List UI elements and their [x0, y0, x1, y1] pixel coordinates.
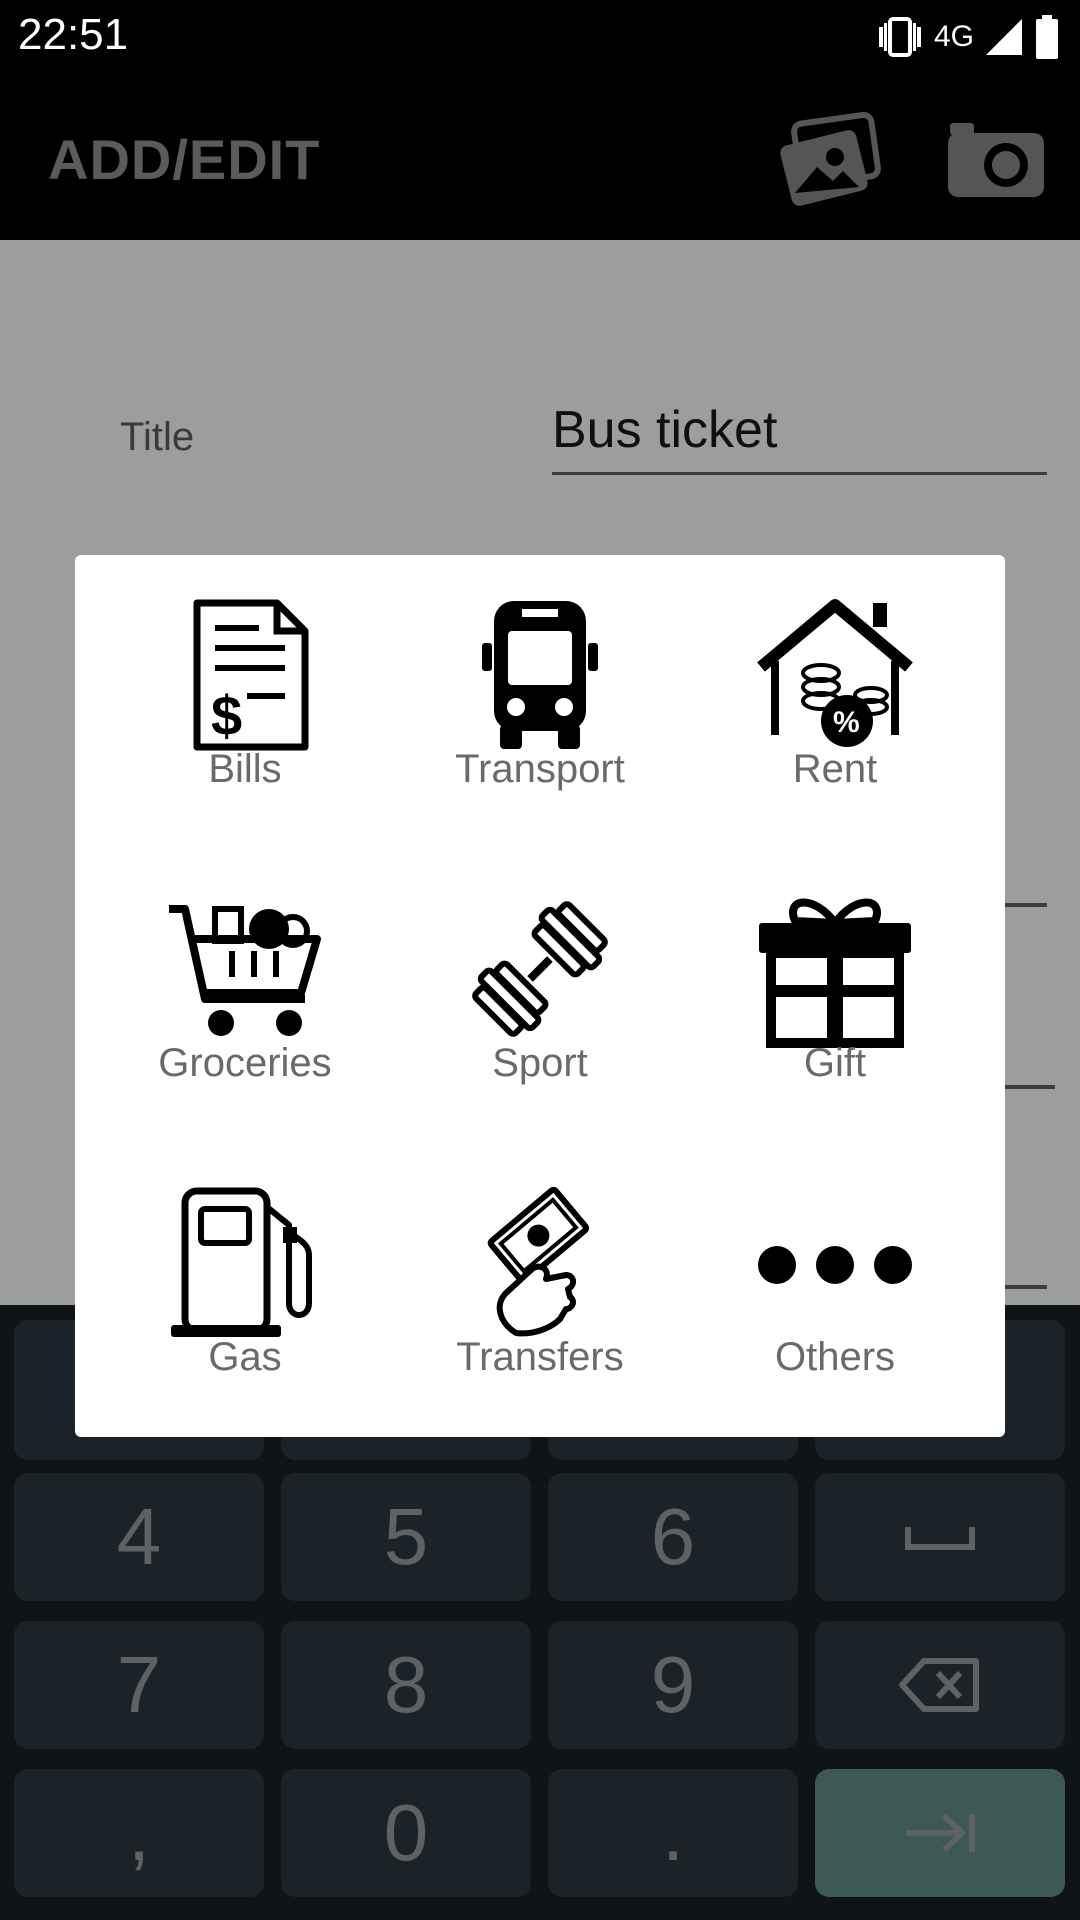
- enter-key[interactable]: [815, 1769, 1065, 1897]
- category-label: Groceries: [158, 1041, 332, 1085]
- category-others[interactable]: Others: [690, 1143, 980, 1383]
- field-underline: [1000, 903, 1047, 907]
- key-6[interactable]: 6: [548, 1473, 798, 1601]
- category-gift[interactable]: Gift: [690, 849, 980, 1089]
- key-9[interactable]: 9: [548, 1621, 798, 1749]
- dumbbell-icon: [472, 901, 608, 1037]
- page-title: ADD/EDIT: [48, 128, 321, 191]
- camera-button[interactable]: [940, 115, 1050, 205]
- title-input[interactable]: Bus ticket: [552, 400, 777, 460]
- category-gas[interactable]: Gas: [100, 1143, 390, 1383]
- bus-icon: [482, 601, 598, 749]
- category-transport[interactable]: Transport: [395, 555, 685, 795]
- key-comma[interactable]: ,: [14, 1769, 264, 1897]
- field-underline: [1000, 1085, 1055, 1089]
- title-underline: [552, 472, 1047, 475]
- category-transfers[interactable]: Transfers: [395, 1143, 685, 1383]
- category-label: Others: [774, 1335, 896, 1379]
- category-label: Transport: [455, 747, 625, 791]
- backspace-icon: [899, 1658, 979, 1712]
- status-time: 22:51: [18, 10, 129, 59]
- category-label: Transfers: [456, 1335, 624, 1379]
- space-key[interactable]: [815, 1473, 1065, 1601]
- key-5[interactable]: 5: [281, 1473, 531, 1601]
- svg-text:%: %: [833, 706, 860, 739]
- network-type: 4G: [933, 20, 974, 53]
- more-dots-icon: [758, 1246, 912, 1284]
- camera-icon: [948, 123, 1044, 197]
- status-icons: 4G: [876, 12, 1060, 62]
- signal-icon: [986, 19, 1022, 55]
- key-4[interactable]: 4: [14, 1473, 264, 1601]
- bill-icon: $: [193, 599, 309, 751]
- category-label: Sport: [492, 1041, 588, 1085]
- hand-money-icon: [487, 1186, 590, 1337]
- gallery-icon: [780, 111, 881, 206]
- shopping-cart-icon: [169, 905, 321, 1036]
- category-rent[interactable]: % Rent: [690, 555, 980, 795]
- enter-icon: [906, 1813, 975, 1853]
- title-label: Title: [120, 415, 195, 459]
- field-underline: [1000, 1285, 1047, 1289]
- svg-text:$: $: [211, 684, 242, 747]
- category-label: Bills: [208, 747, 282, 791]
- category-label: Gift: [803, 1041, 867, 1085]
- battery-icon: [1036, 15, 1058, 59]
- category-bills[interactable]: $ Bills: [100, 555, 390, 795]
- vibrate-icon: [878, 17, 921, 57]
- key-8[interactable]: 8: [281, 1621, 531, 1749]
- category-label: Gas: [208, 1335, 282, 1379]
- gift-icon: [759, 898, 911, 1048]
- status-bar: 22:51 4G: [0, 0, 1080, 75]
- key-0[interactable]: 0: [281, 1769, 531, 1897]
- house-coins-icon: %: [757, 599, 913, 747]
- category-dialog: $ Bills Transport % Rent Groceries Sport…: [75, 555, 1005, 1437]
- space-icon: [905, 1527, 975, 1550]
- category-groceries[interactable]: Groceries: [100, 849, 390, 1089]
- gas-pump-icon: [171, 1187, 312, 1337]
- app-bar: ADD/EDIT: [0, 75, 1080, 240]
- category-sport[interactable]: Sport: [395, 849, 685, 1089]
- backspace-key[interactable]: [815, 1621, 1065, 1749]
- key-7[interactable]: 7: [14, 1621, 264, 1749]
- key-dot[interactable]: .: [548, 1769, 798, 1897]
- gallery-button[interactable]: [775, 105, 885, 215]
- category-label: Rent: [792, 747, 878, 791]
